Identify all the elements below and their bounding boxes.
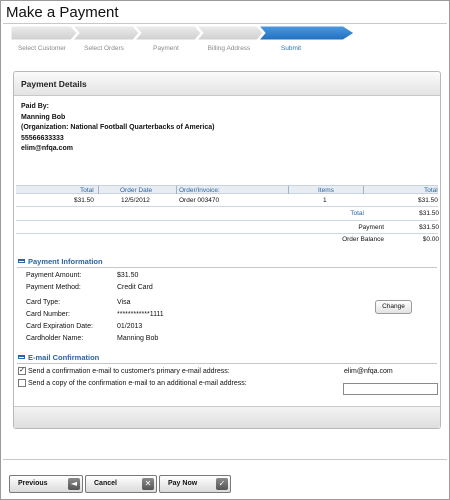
checkmark-icon: ✓ bbox=[216, 478, 228, 490]
card-type-value: Visa bbox=[117, 299, 131, 306]
row-order-date: 12/5/2012 bbox=[121, 197, 150, 204]
payer-phone: 55566633333 bbox=[21, 134, 64, 142]
payer-organization: (Organization: National Football Quarter… bbox=[21, 124, 215, 131]
change-card-button[interactable]: Change bbox=[375, 300, 412, 314]
payment-amount-value: $31.50 bbox=[117, 272, 139, 279]
column-header-order-invoice[interactable]: Order/Invoice: bbox=[179, 187, 220, 194]
order-balance-label: Order Balance bbox=[342, 236, 384, 243]
section-divider bbox=[17, 267, 437, 268]
column-header-line-total[interactable]: Total bbox=[424, 187, 438, 194]
step-submit: Submit bbox=[280, 45, 302, 52]
subtotal-label: Total bbox=[350, 210, 364, 217]
card-number-value: ************1111 bbox=[117, 311, 164, 318]
card-type-label: Card Type: bbox=[26, 299, 61, 306]
step-bar-select-customer bbox=[11, 26, 78, 40]
payment-details-panel: Payment Details Paid By: Manning Bob (Or… bbox=[13, 71, 441, 429]
cancel-button-label: Cancel bbox=[94, 480, 117, 487]
payer-info: Paid By: Manning Bob (Organization: Nati… bbox=[21, 102, 214, 155]
payer-name: Manning Bob bbox=[21, 113, 66, 121]
order-balance-value: $0.00 bbox=[422, 236, 439, 243]
cancel-button[interactable]: Cancel ✕ bbox=[85, 475, 157, 493]
step-bar-payment bbox=[134, 26, 202, 40]
payment-amount-label: Payment Amount: bbox=[26, 272, 82, 279]
additional-email-checkbox[interactable] bbox=[18, 379, 26, 387]
payment-value: $31.50 bbox=[419, 224, 439, 231]
row-divider bbox=[16, 206, 438, 207]
step-bar-submit bbox=[258, 26, 355, 40]
column-separator bbox=[288, 186, 289, 194]
primary-email-label: Send a confirmation e-mail to customer's… bbox=[28, 368, 230, 375]
payment-method-value: Credit Card bbox=[117, 284, 153, 291]
section-divider bbox=[17, 363, 437, 364]
cardholder-name-value: Manning Bob bbox=[117, 335, 159, 342]
card-expiration-value: 01/2013 bbox=[117, 323, 143, 330]
previous-button[interactable]: Previous ◄ bbox=[9, 475, 83, 493]
panel-title: Payment Details bbox=[21, 79, 87, 89]
row-items: 1 bbox=[323, 197, 327, 204]
step-bar-billing-address bbox=[196, 26, 264, 40]
previous-button-label: Previous bbox=[18, 480, 48, 487]
panel-footer bbox=[14, 406, 440, 428]
progress-steps bbox=[11, 26, 355, 40]
column-separator bbox=[176, 186, 177, 194]
subtotal-value: $31.50 bbox=[419, 210, 439, 217]
primary-email-checkbox[interactable]: ✓ bbox=[18, 367, 26, 375]
paid-by-label: Paid By: bbox=[21, 103, 50, 110]
column-header-items[interactable]: Items bbox=[318, 187, 334, 194]
payment-label: Payment bbox=[358, 224, 384, 231]
pay-now-button-label: Pay Now bbox=[168, 480, 198, 487]
collapse-icon[interactable] bbox=[18, 355, 25, 359]
column-separator bbox=[363, 186, 364, 194]
row-total: $31.50 bbox=[74, 197, 94, 204]
payment-information-title: Payment Information bbox=[28, 257, 103, 266]
title-divider bbox=[3, 23, 447, 24]
column-separator bbox=[98, 186, 99, 194]
step-bar-select-orders bbox=[72, 26, 140, 40]
summary-divider bbox=[16, 220, 438, 221]
additional-email-label: Send a copy of the confirmation e-mail t… bbox=[28, 380, 247, 387]
payment-information-section[interactable]: Payment Information bbox=[18, 257, 103, 266]
orders-table-header: Total Order Date Order/Invoice: Items To… bbox=[16, 185, 438, 194]
row-order-number: Order 003470 bbox=[179, 197, 220, 204]
close-icon: ✕ bbox=[142, 478, 154, 490]
additional-email-input[interactable] bbox=[343, 383, 438, 395]
row-line-total: $31.50 bbox=[418, 197, 438, 204]
cardholder-name-label: Cardholder Name: bbox=[26, 335, 84, 342]
payment-window: Make a Payment Select Customer Select Or… bbox=[0, 0, 450, 500]
pay-now-button[interactable]: Pay Now ✓ bbox=[159, 475, 231, 493]
column-header-order-date[interactable]: Order Date bbox=[120, 187, 152, 194]
primary-email-value: elim@nfqa.com bbox=[344, 368, 393, 375]
card-expiration-label: Card Expiration Date: bbox=[26, 323, 93, 330]
email-confirmation-section[interactable]: E-mail Confirmation bbox=[18, 353, 99, 362]
payer-email: elim@nfqa.com bbox=[21, 145, 73, 152]
footer-divider bbox=[3, 459, 447, 460]
arrow-left-icon: ◄ bbox=[68, 478, 80, 490]
collapse-icon[interactable] bbox=[18, 259, 25, 263]
column-header-total[interactable]: Total bbox=[80, 187, 94, 194]
page-title: Make a Payment bbox=[6, 4, 119, 21]
email-confirmation-title: E-mail Confirmation bbox=[28, 353, 100, 362]
payment-method-label: Payment Method: bbox=[26, 284, 81, 291]
panel-header: Payment Details bbox=[14, 72, 440, 96]
summary-divider bbox=[16, 233, 438, 234]
card-number-label: Card Number: bbox=[26, 311, 70, 318]
